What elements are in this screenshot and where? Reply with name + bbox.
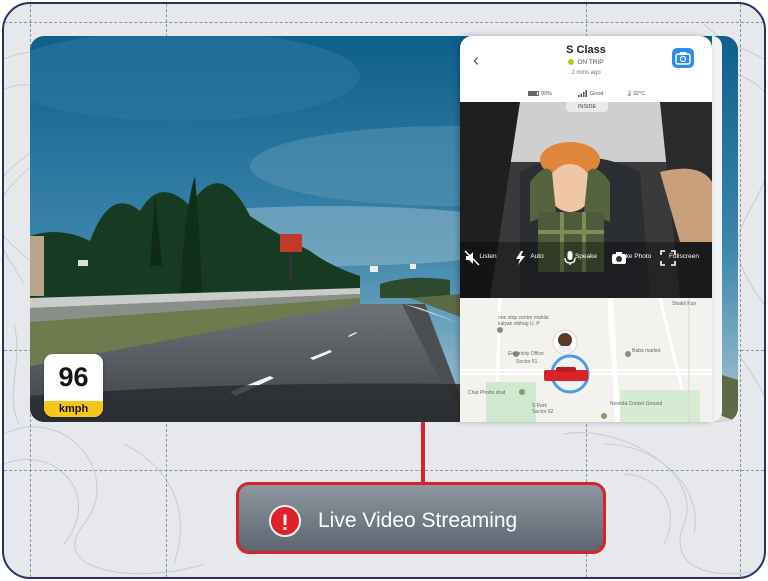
live-map[interactable]: Shakti Kun one stop centre mahila kalyan…: [460, 298, 712, 422]
battery-value: 99%: [541, 91, 553, 97]
battery-icon: [528, 91, 539, 97]
camera-view-tag: INSIDE: [566, 102, 608, 112]
alert-icon: !: [269, 505, 301, 537]
map-label: Noveda Cricket Ground: [610, 401, 663, 407]
signal-value: Good: [590, 91, 604, 97]
signal-stat: Good: [578, 88, 603, 100]
speed-value: 96: [58, 362, 89, 392]
device-stats: 99% Good 🌡32°C: [460, 88, 712, 100]
signal-bars-icon: [578, 90, 587, 98]
grid-line: [4, 470, 764, 471]
thermometer-icon: 🌡: [626, 91, 633, 97]
trip-status-label: ON TRIP: [577, 59, 604, 66]
switch-camera-icon: [675, 52, 691, 65]
fullscreen-icon: [660, 250, 676, 266]
battery-stat: 99%: [528, 88, 552, 100]
listen-button[interactable]: Listen: [464, 250, 512, 266]
map-label: Sector 61: [516, 359, 538, 365]
switch-camera-button[interactable]: [672, 48, 694, 68]
cabin-scene: [460, 102, 712, 298]
mute-speaker-icon: [464, 250, 480, 266]
map-label: Baba market: [632, 348, 661, 354]
speed-badge: 96 kmph: [44, 354, 103, 417]
map-label: Shakti Kun: [672, 301, 697, 307]
grid-line: [4, 22, 764, 23]
callout-text: Live Video Streaming: [318, 509, 518, 532]
phone-edge: [712, 36, 722, 422]
auto-flash-icon: [516, 251, 525, 265]
map-label: Chat Phobo shat: [468, 390, 506, 396]
microphone-icon: [564, 251, 576, 265]
temperature-stat: 🌡32°C: [626, 88, 645, 100]
take-photo-button[interactable]: Take Photo: [611, 250, 659, 264]
last-updated: 2 mins ago: [571, 70, 601, 76]
speak-button[interactable]: Speake: [562, 250, 610, 265]
camera-icon: [612, 252, 626, 264]
map-label: Electricity Office: [508, 351, 544, 357]
temperature-value: 32°C: [632, 91, 646, 97]
phone-app-panel: ‹ S Class ON TRIP 2 mins ago 99% Good 🌡3…: [460, 36, 712, 422]
fullscreen-button[interactable]: Fullscreen: [660, 250, 708, 266]
live-video-streaming-callout: ! Live Video Streaming: [236, 482, 606, 554]
callout-connector: [421, 422, 425, 484]
speed-unit: kmph: [44, 401, 103, 417]
status-dot-icon: [568, 59, 575, 66]
in-cabin-video[interactable]: INSIDE Listen Auto Speake Take Photo Ful…: [460, 102, 712, 298]
auto-button[interactable]: Auto: [513, 250, 561, 265]
map-label: kalyan vibhag U. P: [498, 321, 540, 327]
map-label: Sector 62: [532, 409, 554, 415]
grid-line: [740, 4, 741, 577]
